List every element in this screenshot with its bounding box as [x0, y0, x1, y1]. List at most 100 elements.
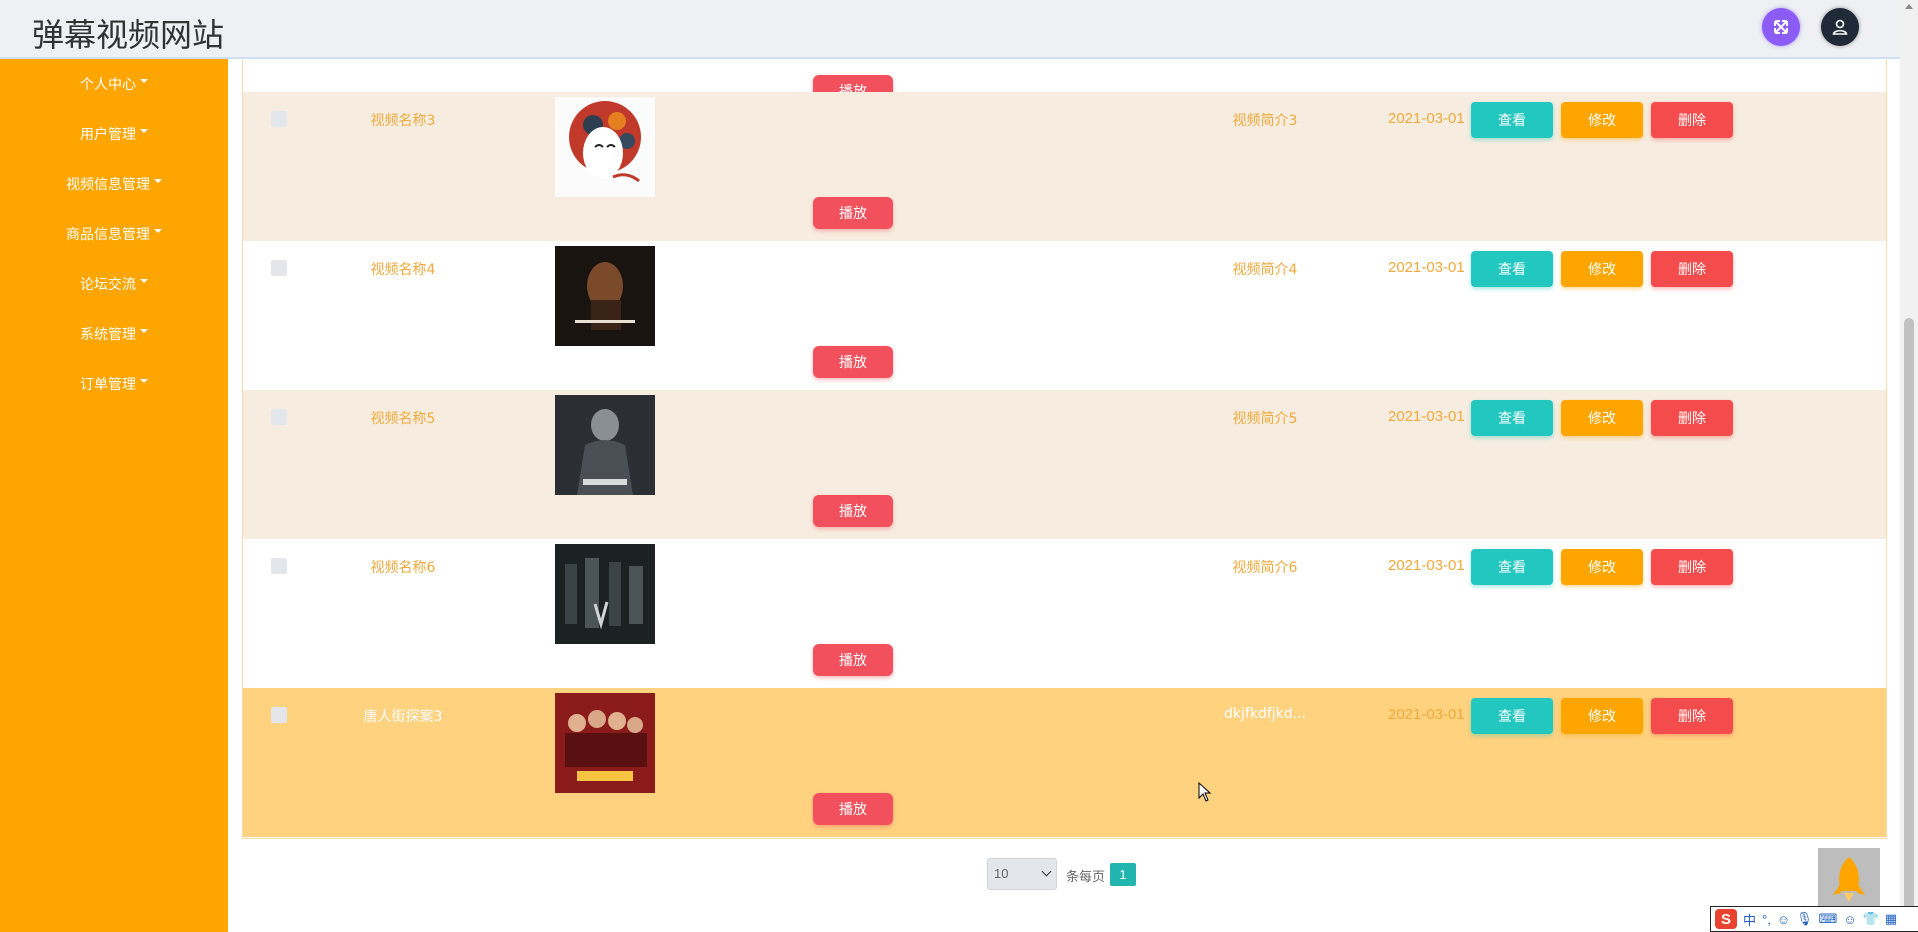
video-description: 视频简介4 — [1232, 262, 1298, 278]
back-to-top-button[interactable] — [1818, 848, 1880, 910]
sidebar-item-system-management[interactable]: 系统管理 — [0, 324, 228, 344]
expand-icon — [1774, 20, 1788, 34]
sidebar-item-label: 订单管理 — [80, 377, 136, 393]
page-size-select[interactable]: 10 — [987, 858, 1057, 890]
table-row: 视频名称4 视频简介4 2021-03-01 查看 修改 删除 播放 — [243, 241, 1886, 390]
video-date: 2021-03-01 — [1388, 706, 1465, 723]
edit-button[interactable]: 修改 — [1561, 102, 1643, 138]
sidebar-item-video-management[interactable]: 视频信息管理 — [0, 174, 228, 194]
page-size-value: 10 — [994, 866, 1009, 881]
ime-language-toggle[interactable]: 中 — [1743, 910, 1756, 929]
delete-button[interactable]: 删除 — [1651, 400, 1733, 436]
video-name: 视频名称3 — [370, 113, 436, 129]
video-date: 2021-03-01 — [1388, 408, 1465, 425]
video-date: 2021-03-01 — [1388, 557, 1465, 574]
caret-down-icon — [140, 379, 148, 383]
table-row: 视频名称6 视频简介6 2021-03-01 查看 修改 删除 播放 — [243, 539, 1886, 688]
row-checkbox[interactable] — [271, 111, 287, 127]
ime-punctuation-toggle[interactable]: °, — [1762, 912, 1771, 927]
caret-down-icon — [154, 229, 162, 233]
sidebar-item-product-management[interactable]: 商品信息管理 — [0, 224, 228, 244]
video-thumbnail — [555, 97, 655, 197]
view-button[interactable]: 查看 — [1471, 698, 1553, 734]
video-name: 唐人街探案3 — [363, 709, 443, 725]
sidebar-item-label: 商品信息管理 — [66, 227, 150, 243]
sidebar-item-label: 视频信息管理 — [66, 177, 150, 193]
grid-menu-icon[interactable]: ▦ — [1885, 911, 1897, 927]
emoji-icon[interactable]: ☺ — [1777, 912, 1790, 927]
play-button[interactable]: 播放 — [813, 346, 893, 378]
row-checkbox[interactable] — [271, 409, 287, 425]
video-date: 2021-03-01 — [1388, 110, 1465, 127]
video-thumbnail — [555, 246, 655, 346]
sidebar: 个人中心 用户管理 视频信息管理 商品信息管理 论坛交流 系统管理 订单管理 — [0, 59, 228, 932]
video-table: 播放 视频名称3 视频简介3 2021-03-01 查看 修改 删除 播放 视频… — [242, 59, 1887, 839]
rocket-icon — [1833, 857, 1865, 902]
play-button[interactable]: 播放 — [813, 197, 893, 229]
video-name: 视频名称6 — [370, 560, 436, 576]
sidebar-item-label: 论坛交流 — [80, 277, 136, 293]
view-button[interactable]: 查看 — [1471, 400, 1553, 436]
user-settings-icon[interactable]: ☺ — [1843, 912, 1856, 927]
video-name: 视频名称5 — [370, 411, 436, 427]
scrollbar-thumb[interactable] — [1904, 318, 1914, 932]
top-header: 弹幕视频网站 — [0, 0, 1900, 59]
play-button[interactable]: 播放 — [813, 793, 893, 825]
sidebar-item-label: 系统管理 — [80, 327, 136, 343]
per-page-label: 条每页 — [1066, 870, 1106, 885]
delete-button[interactable]: 删除 — [1651, 549, 1733, 585]
row-checkbox[interactable] — [271, 558, 287, 574]
delete-button[interactable]: 删除 — [1651, 698, 1733, 734]
play-button[interactable]: 播放 — [813, 644, 893, 676]
table-row: 视频名称3 视频简介3 2021-03-01 查看 修改 删除 播放 — [243, 92, 1886, 241]
view-button[interactable]: 查看 — [1471, 549, 1553, 585]
chevron-down-icon — [1041, 866, 1052, 877]
sidebar-item-forum[interactable]: 论坛交流 — [0, 274, 228, 294]
skin-icon[interactable]: 👕 — [1863, 911, 1879, 927]
video-date: 2021-03-01 — [1388, 259, 1465, 276]
caret-down-icon — [140, 79, 148, 83]
fullscreen-button[interactable] — [1762, 8, 1800, 46]
video-description: 视频简介6 — [1232, 560, 1298, 576]
video-description: dkjfkdfjkd... — [1224, 706, 1306, 722]
video-thumbnail — [555, 544, 655, 644]
sidebar-item-label: 用户管理 — [80, 127, 136, 143]
view-button[interactable]: 查看 — [1471, 251, 1553, 287]
sidebar-item-order-management[interactable]: 订单管理 — [0, 374, 228, 394]
edit-button[interactable]: 修改 — [1561, 251, 1643, 287]
sidebar-item-label: 个人中心 — [80, 77, 136, 93]
play-button[interactable]: 播放 — [813, 495, 893, 527]
edit-button[interactable]: 修改 — [1561, 698, 1643, 734]
sidebar-item-user-management[interactable]: 用户管理 — [0, 124, 228, 144]
caret-down-icon — [140, 279, 148, 283]
caret-down-icon — [140, 329, 148, 333]
scroll-up-arrow-icon[interactable] — [1905, 4, 1913, 9]
vertical-scrollbar[interactable] — [1900, 0, 1918, 932]
video-description: 视频简介5 — [1232, 411, 1298, 427]
user-icon — [1832, 19, 1848, 35]
table-row: 唐人街探案3 dkjfkdfjkd... 2021-03-01 查看 修改 删除… — [243, 688, 1886, 837]
sogou-logo-icon[interactable]: S — [1715, 909, 1737, 929]
table-row: 视频名称5 视频简介5 2021-03-01 查看 修改 删除 播放 — [243, 390, 1886, 539]
delete-button[interactable]: 删除 — [1651, 251, 1733, 287]
sidebar-item-personal-center[interactable]: 个人中心 — [0, 74, 228, 94]
ime-toolbar: S 中 °, ☺ 🎙 ⌨ ☺ 👕 ▦ — [1710, 906, 1918, 932]
video-thumbnail — [555, 395, 655, 495]
keyboard-icon[interactable]: ⌨ — [1819, 911, 1838, 927]
row-checkbox[interactable] — [271, 260, 287, 276]
edit-button[interactable]: 修改 — [1561, 549, 1643, 585]
microphone-icon[interactable]: 🎙 — [1796, 911, 1813, 927]
user-menu-button[interactable] — [1821, 8, 1859, 46]
delete-button[interactable]: 删除 — [1651, 102, 1733, 138]
video-thumbnail — [555, 693, 655, 793]
video-name: 视频名称4 — [370, 262, 436, 278]
page-number-button[interactable]: 1 — [1110, 863, 1136, 886]
caret-down-icon — [154, 179, 162, 183]
site-title: 弹幕视频网站 — [32, 16, 225, 54]
row-checkbox[interactable] — [271, 707, 287, 723]
mouse-cursor-icon — [1198, 782, 1212, 802]
video-description: 视频简介3 — [1232, 113, 1298, 129]
edit-button[interactable]: 修改 — [1561, 400, 1643, 436]
caret-down-icon — [140, 129, 148, 133]
view-button[interactable]: 查看 — [1471, 102, 1553, 138]
